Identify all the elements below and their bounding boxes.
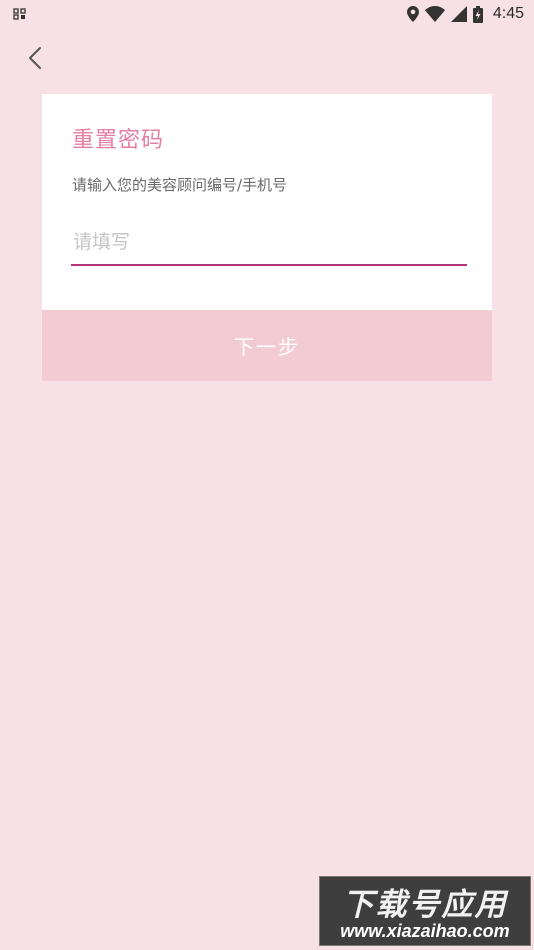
chevron-left-icon <box>29 47 41 69</box>
account-input[interactable] <box>71 220 467 266</box>
watermark-logo: 下载号应用 www.xiazaihao.com <box>319 876 531 946</box>
watermark-url: www.xiazaihao.com <box>340 921 510 941</box>
status-icons: 4:45 <box>406 4 524 24</box>
location-icon <box>406 6 419 22</box>
battery-charging-icon <box>472 5 483 23</box>
signal-icon <box>450 6 467 22</box>
wifi-icon <box>424 6 445 22</box>
clock: 4:45 <box>492 5 524 22</box>
status-bar: 4:45 <box>0 0 534 28</box>
instruction-text: 请输入您的美容顾问编号/手机号 <box>72 176 288 194</box>
sim-card-icon <box>13 8 26 20</box>
back-button[interactable] <box>20 42 50 74</box>
watermark-title: 下载号应用 <box>342 887 508 923</box>
reset-password-card: 重置密码 请输入您的美容顾问编号/手机号 <box>42 94 492 310</box>
page-title: 重置密码 <box>72 128 165 153</box>
next-step-button[interactable]: 下一步 <box>42 310 492 381</box>
